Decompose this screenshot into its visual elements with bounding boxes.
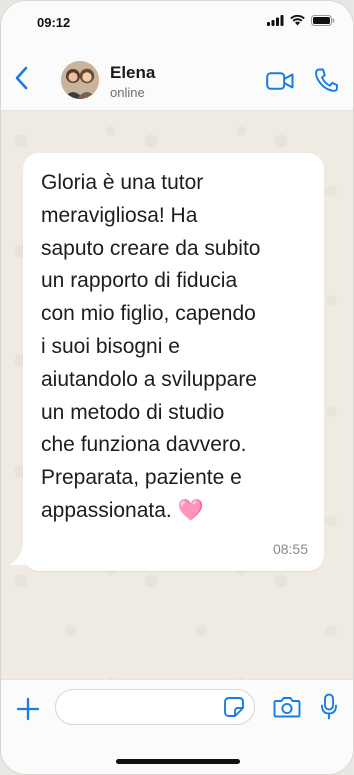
avatar[interactable] (61, 61, 99, 99)
mic-icon[interactable] (320, 693, 338, 721)
message-text: Gloria è una tutor meravigliosa! Ha sapu… (41, 167, 310, 528)
video-call-icon[interactable] (266, 71, 294, 91)
home-indicator[interactable] (116, 759, 240, 764)
status-bar: 09:12 (1, 1, 353, 45)
message-time: 08:55 (272, 541, 308, 557)
contact-status: online (110, 85, 145, 100)
message-bubble[interactable]: Gloria è una tutor meravigliosa! Ha sapu… (23, 153, 324, 571)
status-icons (267, 15, 335, 26)
battery-icon (311, 15, 335, 26)
status-time: 09:12 (37, 15, 71, 30)
heart-emoji: 🩷 (177, 498, 204, 522)
wifi-icon (290, 15, 305, 26)
chat-area[interactable]: Gloria è una tutor meravigliosa! Ha sapu… (1, 111, 353, 679)
phone-screen: 09:12 Elena online Gloria è una tutor me… (0, 0, 354, 775)
contact-name[interactable]: Elena (110, 63, 155, 83)
plus-icon[interactable] (15, 696, 41, 722)
camera-icon[interactable] (273, 695, 301, 719)
message-body: Gloria è una tutor meravigliosa! Ha sapu… (41, 171, 261, 522)
back-icon[interactable] (11, 63, 35, 93)
chat-header: Elena online (1, 45, 353, 111)
phone-icon[interactable] (314, 67, 338, 93)
sticker-icon[interactable] (223, 696, 245, 718)
signal-icon (267, 15, 284, 26)
